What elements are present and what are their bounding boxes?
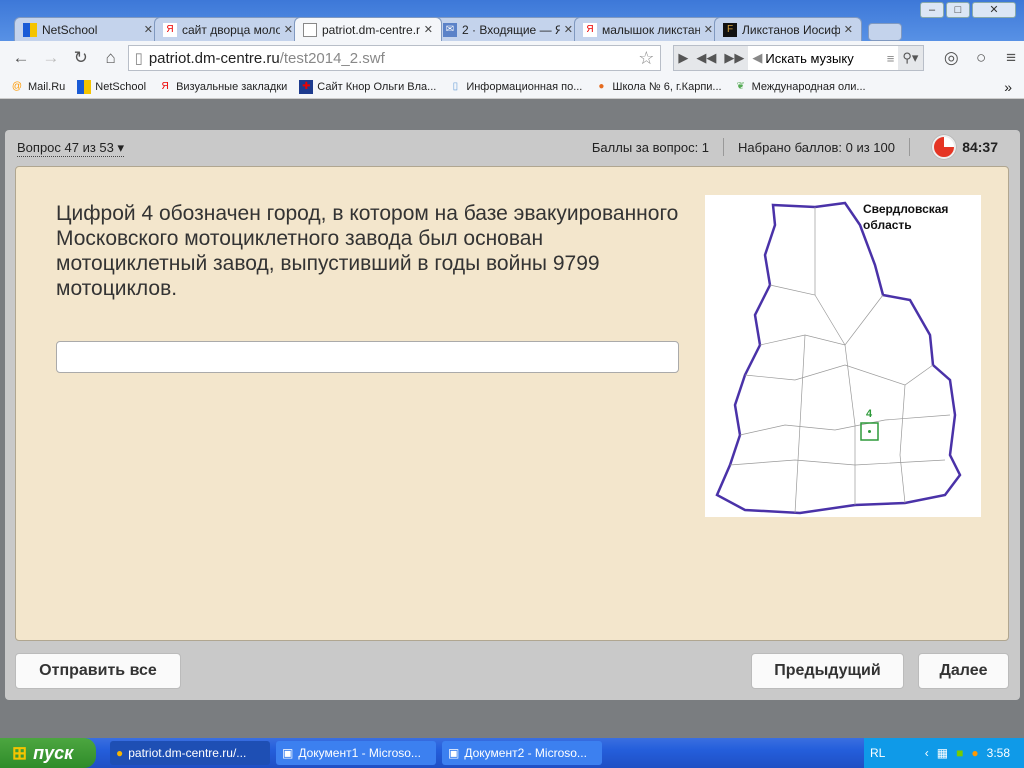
bookmark-info[interactable]: ▯ Информационная по... (448, 80, 583, 94)
previous-button[interactable]: Предыдущий (751, 653, 904, 689)
network-icon: ▦ (936, 746, 949, 760)
page-icon (303, 22, 317, 37)
bookmark-star-icon[interactable]: ☆ (638, 48, 654, 69)
yandex-icon: Я (163, 22, 177, 37)
total-points: Набрано баллов: 0 из 100 (738, 140, 895, 155)
leaf-icon: ❦ (736, 80, 745, 92)
netschool-icon (77, 79, 92, 94)
bookmark-knor[interactable]: ✚ Сайт Кнор Ольги Вла... (299, 79, 436, 94)
bookmark-visual[interactable]: Я Визуальные закладки (158, 80, 287, 94)
quiz-header: Вопрос 47 из 53 ▾ Баллы за вопрос: 1 Набр… (5, 130, 1020, 164)
bookmark-olympiad[interactable]: ❦ Международная оли... (734, 80, 865, 94)
tray-expand-icon[interactable]: ‹ (925, 746, 929, 760)
bookmark-mailru[interactable]: @ Mail.Ru (10, 80, 65, 94)
region-map: Свердловская область 4 (705, 195, 981, 517)
yandex-icon: Я (583, 22, 597, 37)
divider (909, 138, 910, 156)
submit-all-button[interactable]: Отправить все (15, 653, 181, 689)
browser-titlebar: – □ ✕ NetSchool ✕ Ясайт дворца моло ✕ patrio… (0, 0, 1024, 44)
timer-icon (932, 135, 957, 159)
next-button[interactable]: Далее (918, 653, 1009, 689)
question-card: Цифрой 4 обозначен город, в котором на б… (15, 166, 1009, 641)
close-tab-icon[interactable]: ✕ (144, 23, 153, 36)
play-icon[interactable]: ▶ (674, 50, 692, 66)
search-icon[interactable]: ⚲▾ (898, 50, 922, 66)
nvidia-icon: ■ (956, 746, 964, 760)
taskbar-item-doc1[interactable]: ▣ Документ1 - Microso... (276, 741, 436, 765)
more-bookmarks-button[interactable]: » (1004, 79, 1012, 95)
browser-toolbar: ← → ↻ ⌂ ▯ patriot.dm-centre.ru/test2014_2… (0, 41, 1024, 75)
forward-track-icon[interactable]: ▶▶ (720, 50, 748, 66)
close-tab-icon[interactable]: ✕ (284, 23, 293, 36)
home-icon[interactable]: ⌂ (98, 48, 124, 68)
maximize-button[interactable]: □ (946, 2, 970, 18)
back-icon[interactable]: ← (8, 48, 34, 68)
windows-logo-icon: ⊞ (12, 742, 28, 763)
close-tab-icon[interactable]: ✕ (564, 23, 573, 36)
language-indicator[interactable]: RL (870, 746, 885, 760)
firefox-icon: ● (598, 80, 605, 92)
bookmark-netschool[interactable]: NetSchool (77, 79, 146, 94)
netschool-icon (23, 22, 37, 37)
fr-icon: F (723, 22, 737, 37)
map-marker-label: 4 (866, 408, 873, 420)
menu-lines-icon[interactable]: ≡ (887, 51, 895, 66)
avast-icon: ● (971, 746, 979, 760)
map-title: Свердловская область (863, 202, 949, 232)
chrome-icon: ● (116, 746, 124, 760)
mailru-icon: @ (11, 80, 23, 92)
start-button[interactable]: ⊞ пуск (0, 738, 96, 768)
speaker-icon: ◀ (752, 50, 763, 65)
divider (723, 138, 725, 156)
close-tab-icon[interactable]: ✕ (424, 23, 433, 36)
music-toolbar: ▶ ◀◀ ▶▶ ◀ Искать музыку ≡ ⚲▾ (673, 45, 925, 71)
tab-netschool[interactable]: NetSchool ✕ (14, 17, 162, 41)
tab-malyshok[interactable]: Ямалышок ликстан ✕ (574, 17, 722, 41)
uk-flag-icon: ✚ (299, 79, 314, 94)
tab-likstanov[interactable]: F Ликстанов Иосиф ✕ (714, 17, 862, 41)
notification-icon[interactable]: ○ (968, 48, 994, 68)
forward-icon[interactable]: → (38, 48, 64, 68)
mail-icon: ✉ (443, 22, 457, 37)
quiz-app: Вопрос 47 из 53 ▾ Баллы за вопрос: 1 Набр… (5, 130, 1020, 700)
rewind-icon[interactable]: ◀◀ (692, 50, 720, 66)
system-tray: ‹ ▦ ■ ● 3:58 (864, 738, 1024, 768)
close-window-button[interactable]: ✕ (972, 2, 1016, 18)
points-per-question: Баллы за вопрос: 1 (591, 140, 710, 155)
question-text: Цифрой 4 обозначен город, в котором на б… (56, 202, 679, 300)
reload-icon[interactable]: ↻ (68, 48, 94, 68)
word-icon: ▣ (282, 746, 294, 760)
word-icon: ▣ (448, 746, 460, 760)
sverdlovsk-map (715, 201, 962, 515)
page-icon: ▯ (134, 50, 143, 67)
tab-dvorets[interactable]: Ясайт дворца моло ✕ (154, 17, 302, 41)
taskbar-item-doc2[interactable]: ▣ Документ2 - Microso... (442, 741, 602, 765)
document-icon: ▯ (452, 80, 459, 92)
address-bar[interactable]: ▯ patriot.dm-centre.ru/test2014_2.swf ☆ (127, 45, 662, 71)
menu-icon[interactable]: ≡ (998, 48, 1024, 68)
tab-mail[interactable]: ✉ 2 · Входящие — Я ✕ (434, 17, 582, 41)
new-tab-button[interactable] (868, 23, 902, 41)
bookmark-school6[interactable]: ● Школа № 6, г.Карпи... (594, 80, 721, 94)
answer-input[interactable] (56, 341, 679, 373)
minimize-button[interactable]: – (920, 2, 944, 18)
question-selector[interactable]: Вопрос 47 из 53 ▾ (17, 140, 125, 157)
clock: 3:58 (986, 746, 1010, 760)
bookmarks-bar: @ Mail.Ru NetSchool Я Визуальные закладки … (0, 75, 1024, 99)
taskbar-item-browser[interactable]: ● patriot.dm-centre.ru/... (110, 741, 270, 765)
yandex-icon: Я (161, 80, 169, 92)
music-search-input[interactable]: ◀ Искать музыку ≡ (748, 46, 899, 70)
close-tab-icon[interactable]: ✕ (844, 23, 853, 36)
dropdown-arrow-icon: ▾ (117, 140, 125, 155)
tab-patriot[interactable]: patriot.dm-centre.r ✕ (294, 17, 442, 41)
extension-icon[interactable]: ◎ (938, 48, 964, 68)
close-tab-icon[interactable]: ✕ (704, 23, 713, 36)
timer-value: 84:37 (962, 139, 998, 155)
